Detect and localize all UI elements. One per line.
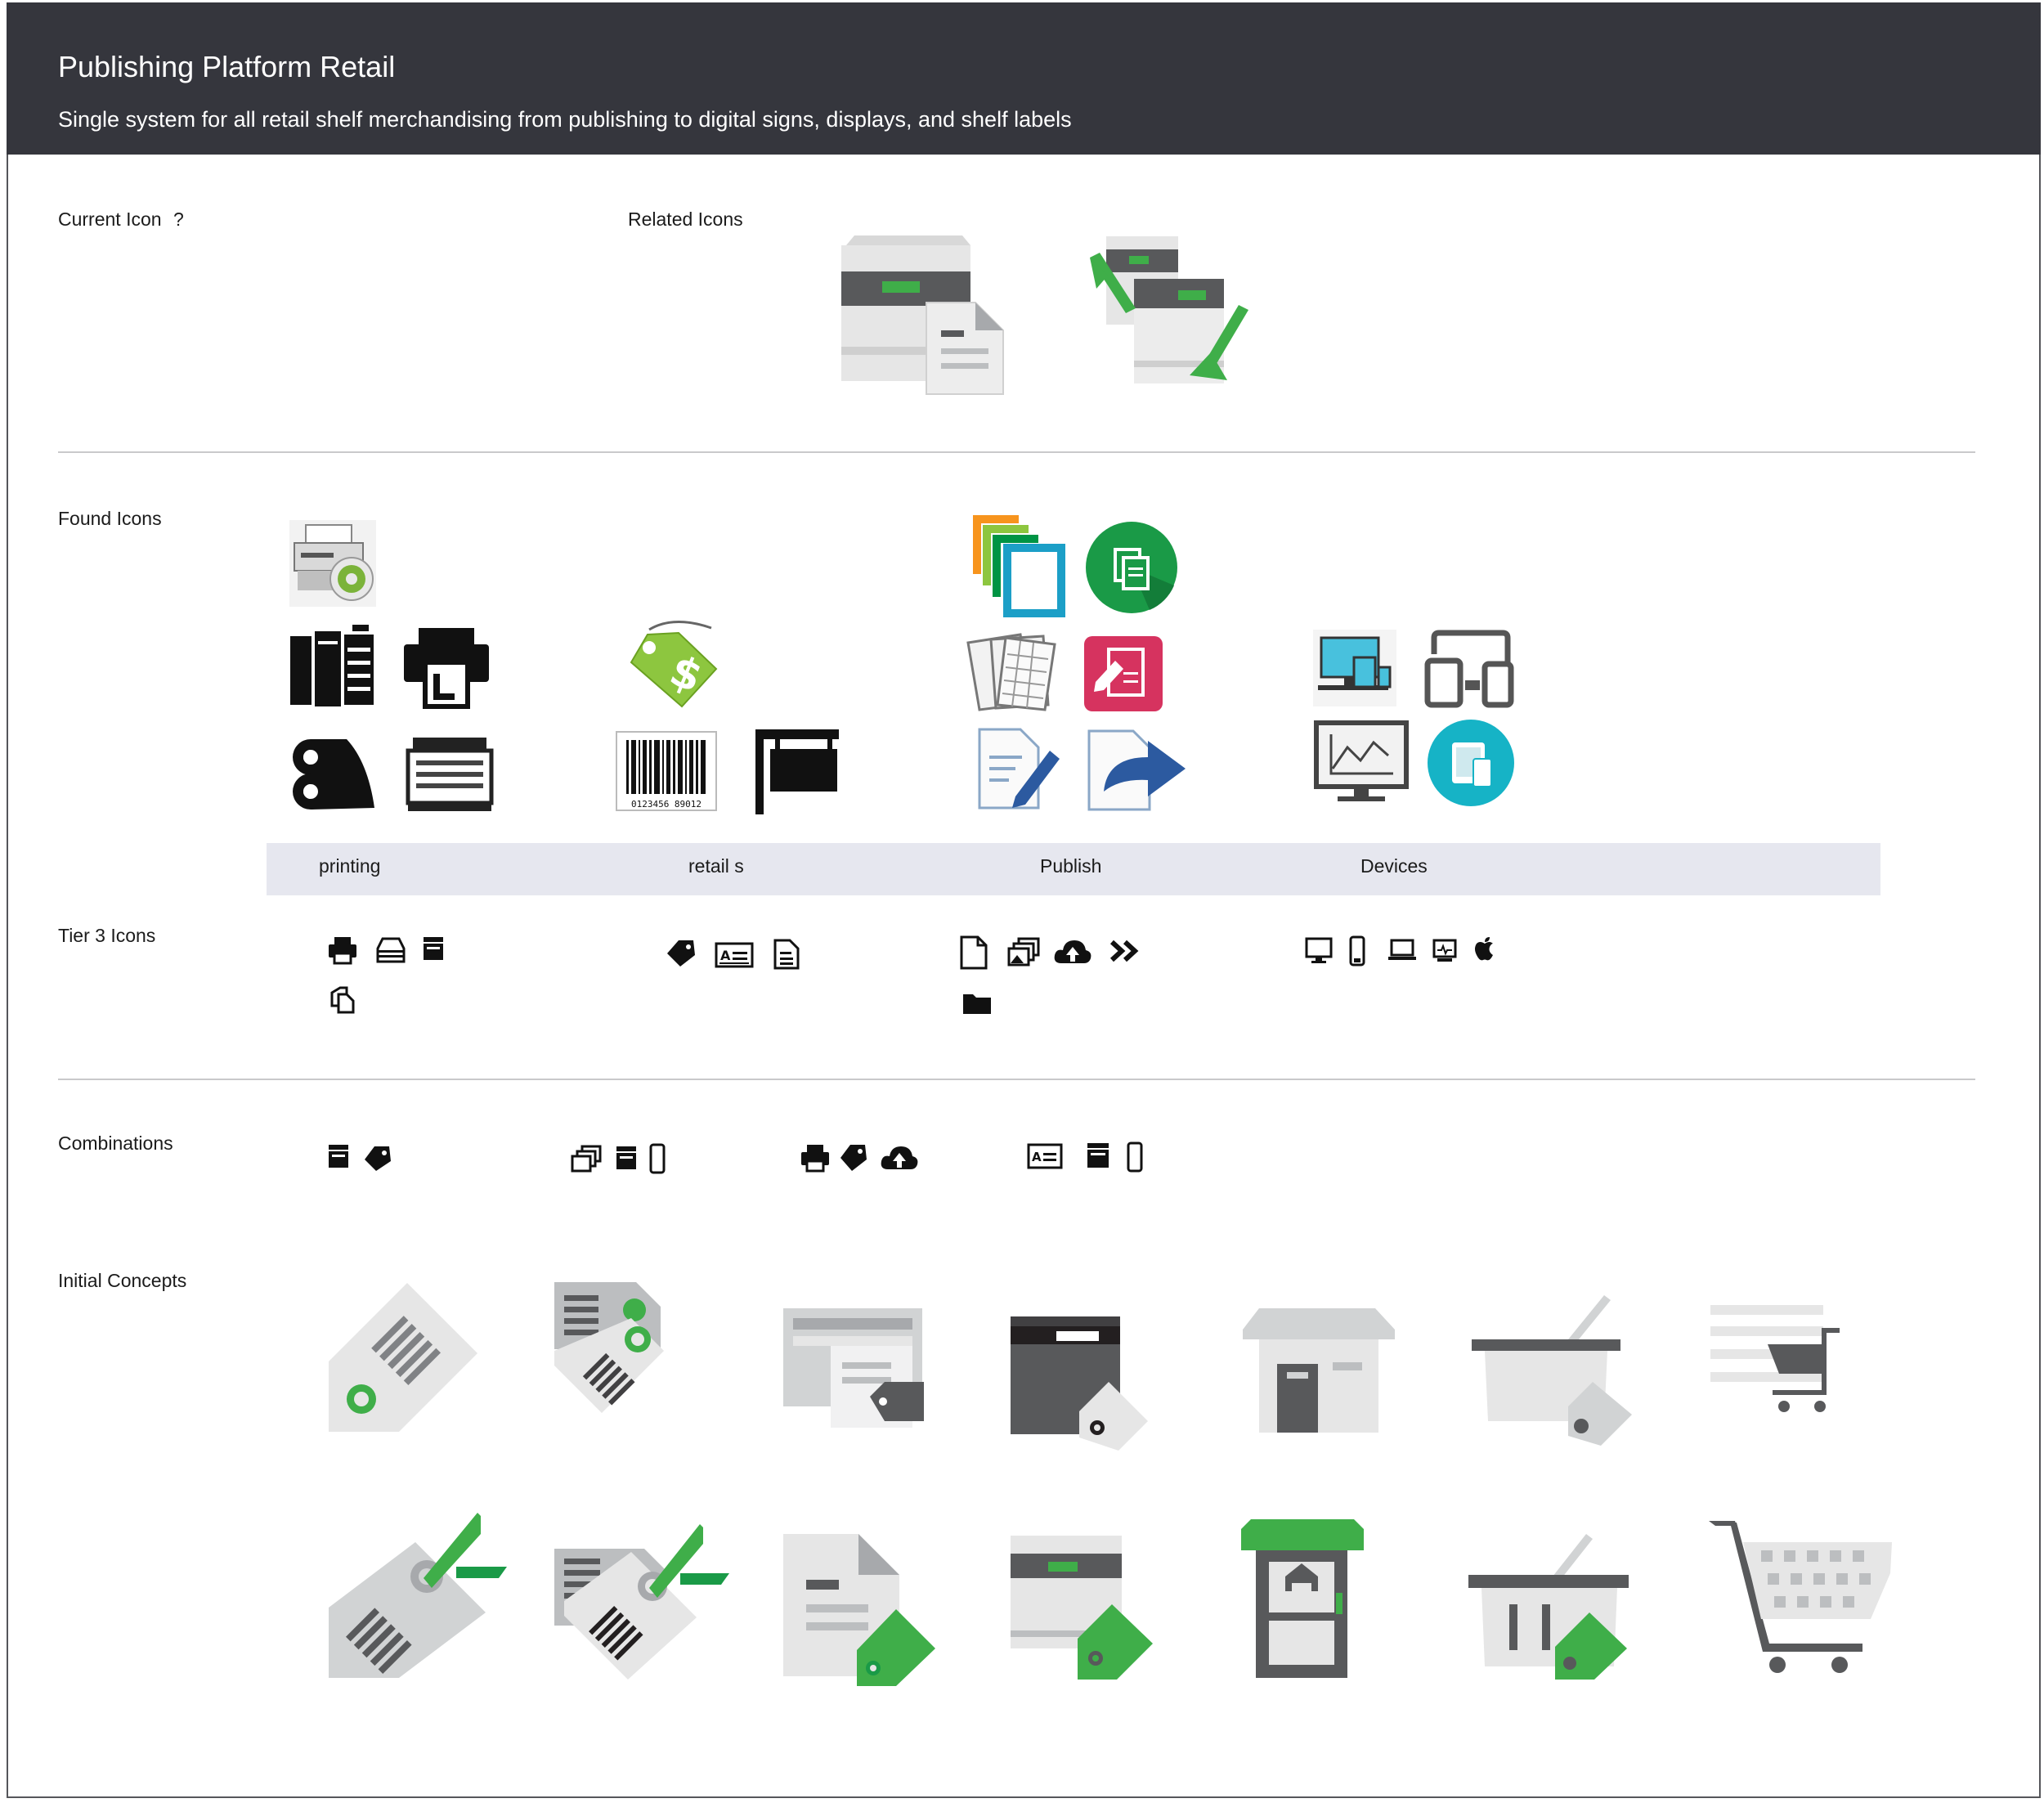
copy-icon[interactable]: [330, 986, 355, 1014]
line-printer-icon[interactable]: [405, 733, 495, 818]
cloud-upload-icon[interactable]: [1053, 937, 1092, 965]
barcode-icon[interactable]: 0123456 89012: [613, 731, 719, 814]
kiosk-concept[interactable]: [1239, 1518, 1367, 1681]
svg-text:A: A: [1032, 1150, 1042, 1164]
multi-device-icon[interactable]: [1313, 630, 1396, 706]
divider-top: [58, 451, 1975, 453]
printer-icon[interactable]: [327, 935, 358, 965]
combo-fax-tag[interactable]: [327, 1143, 401, 1173]
current-icon-label: Current Icon: [58, 209, 162, 230]
cart-concept[interactable]: [1707, 1516, 1895, 1676]
edit-document-icon[interactable]: [1084, 636, 1163, 711]
monitor-chart-icon[interactable]: [1313, 720, 1410, 805]
fax-icon[interactable]: [422, 935, 445, 962]
page-title: Publishing Platform Retail: [58, 50, 396, 83]
copy-circle-icon[interactable]: [1084, 520, 1179, 615]
combo-card-fax-mobile[interactable]: A: [1027, 1141, 1148, 1174]
file-icon[interactable]: [960, 935, 988, 970]
basket-green-tag-concept[interactable]: [1467, 1532, 1640, 1680]
header-banner: Publishing Platform Retail Single system…: [7, 2, 2041, 155]
basket-tag-concept[interactable]: [1470, 1292, 1638, 1447]
tablet-phone-icon[interactable]: [1424, 630, 1517, 710]
page-subtitle: Single system for all retail shelf merch…: [58, 107, 1072, 132]
related-icons-label: Related Icons: [628, 209, 743, 230]
found-icons-label: Found Icons: [58, 508, 162, 529]
layered-pages-icon[interactable]: [970, 512, 1066, 617]
hdd-icon[interactable]: [376, 937, 406, 963]
printer-transfer-icon[interactable]: [1088, 230, 1260, 393]
combo-printer-tag-cloud[interactable]: [800, 1141, 929, 1174]
devices-circle-icon[interactable]: [1426, 718, 1516, 808]
help-link[interactable]: ?: [173, 209, 184, 231]
images-icon[interactable]: [1007, 937, 1040, 967]
folder-icon[interactable]: [961, 991, 993, 1016]
combinations-label: Combinations: [58, 1132, 173, 1154]
document-tag-concept[interactable]: [782, 1531, 937, 1686]
initial-concepts-label: Initial Concepts: [58, 1270, 187, 1291]
printer-document-icon[interactable]: [840, 234, 1011, 397]
tags-document-concept[interactable]: [553, 1277, 667, 1433]
hanging-sign-icon[interactable]: [746, 720, 844, 819]
laptop-icon[interactable]: [1387, 937, 1418, 963]
signage-icon[interactable]: [1432, 939, 1457, 963]
divider-middle: [58, 1079, 1975, 1080]
printer-tag-concept[interactable]: [1007, 1313, 1151, 1451]
barcode-number: 0123456 89012: [631, 799, 702, 810]
double-chevron-icon[interactable]: [1109, 939, 1140, 963]
tag-barcode-concept[interactable]: [325, 1278, 481, 1433]
category-publish: Publish: [1040, 855, 1102, 877]
roll-printer-icon[interactable]: [289, 729, 381, 819]
window-tag-concept[interactable]: [782, 1307, 929, 1429]
mobile-icon[interactable]: [1349, 935, 1365, 967]
printer-settings-icon[interactable]: [289, 520, 376, 607]
cart-lines-concept[interactable]: [1709, 1303, 1848, 1434]
copier-icon[interactable]: [287, 625, 379, 711]
tag-arrow-concept[interactable]: [325, 1509, 510, 1681]
category-retail: retail s: [688, 855, 744, 877]
document-list-icon[interactable]: [773, 939, 800, 970]
price-tag-dollar-icon[interactable]: $: [625, 618, 721, 710]
printer-output-icon[interactable]: [401, 625, 492, 711]
apple-icon[interactable]: [1473, 935, 1496, 963]
printer-green-tag-concept[interactable]: [1009, 1534, 1158, 1681]
tier3-icons-label: Tier 3 Icons: [58, 925, 156, 946]
category-printing: printing: [319, 855, 381, 877]
category-devices: Devices: [1360, 855, 1428, 877]
store-concept[interactable]: [1241, 1307, 1396, 1437]
svg-text:A: A: [720, 948, 731, 963]
tag-icon[interactable]: [664, 939, 697, 968]
id-card-icon[interactable]: A: [715, 942, 754, 968]
document-share-icon[interactable]: [1087, 729, 1187, 811]
desktop-icon[interactable]: [1305, 937, 1333, 965]
document-pencil-icon[interactable]: [978, 728, 1063, 810]
combo-images-fax-mobile[interactable]: [569, 1143, 672, 1176]
tags-arrow-concept[interactable]: [553, 1519, 733, 1683]
spreadsheet-pages-icon[interactable]: [963, 631, 1060, 713]
